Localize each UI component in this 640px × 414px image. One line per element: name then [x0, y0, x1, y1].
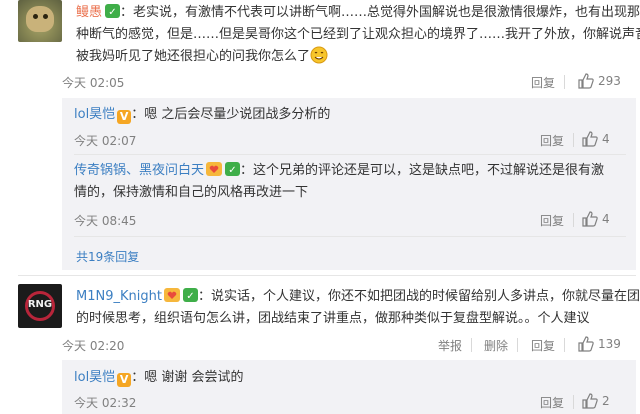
- verified-v-icon: V: [117, 110, 132, 124]
- divider: [18, 275, 636, 276]
- divider: [573, 395, 574, 409]
- like-count: 4: [602, 212, 610, 226]
- reply-button[interactable]: 回复: [540, 212, 564, 229]
- thumbs-up-icon[interactable]: [582, 393, 598, 409]
- thumbs-up-icon[interactable]: [582, 131, 598, 147]
- reply-timestamp: 今天 02:32: [74, 396, 137, 410]
- comment-text-line: 被我妈听见了她还很担心的问我你怎么了: [76, 46, 328, 68]
- divider: [564, 75, 565, 89]
- fan-badge-icon: [206, 162, 223, 176]
- user-avatar[interactable]: [18, 0, 62, 42]
- svg-text:✓: ✓: [186, 291, 194, 302]
- comment-username[interactable]: M1N9_Knight: [76, 289, 162, 304]
- svg-text:✓: ✓: [228, 165, 236, 176]
- divider: [573, 213, 574, 227]
- thumbs-up-icon[interactable]: [582, 211, 598, 227]
- member-badge-icon: ✓: [182, 288, 198, 302]
- reply-username[interactable]: lol昊恺: [74, 107, 115, 122]
- comment-timestamp: 今天 02:05: [62, 76, 125, 90]
- reply-body: lol昊恺 V ：嗯 谢谢 会尝试的: [74, 370, 244, 387]
- emoji-icon: [310, 46, 328, 64]
- user-avatar[interactable]: RNG: [18, 284, 62, 328]
- reply-timestamp: 今天 02:07: [74, 134, 137, 148]
- thumbs-up-icon[interactable]: [578, 336, 594, 352]
- reply-button[interactable]: 回复: [531, 337, 555, 354]
- view-more-replies-link[interactable]: 共19条回复: [76, 248, 139, 265]
- thumbs-up-icon[interactable]: [578, 73, 594, 89]
- divider: [74, 236, 626, 237]
- comment-username[interactable]: 鳗愚: [76, 5, 102, 20]
- like-count: 2: [602, 394, 610, 408]
- reply-text-line: 情的，保持激情和自己的风格再改进一下: [74, 185, 309, 200]
- reply-username[interactable]: 传奇锅锅、黑夜问白天: [74, 163, 204, 178]
- reply-button[interactable]: 回复: [540, 132, 564, 149]
- like-count: 4: [602, 132, 610, 146]
- comment-body: M1N9_Knight ✓ ：说实话，个人建议，你还不如把团战的时候留给别人多讲点，…: [76, 288, 640, 304]
- reply-username[interactable]: lol昊恺: [74, 370, 115, 385]
- reply-button[interactable]: 回复: [540, 394, 564, 411]
- delete-button[interactable]: 删除: [484, 337, 508, 354]
- divider: [573, 133, 574, 147]
- reply-timestamp: 今天 08:45: [74, 214, 137, 228]
- fan-badge-icon: [163, 288, 180, 302]
- reply-body: lol昊恺 V ：嗯 之后会尽量少说团战多分析的: [74, 107, 331, 124]
- divider: [517, 338, 518, 352]
- reply-button[interactable]: 回复: [531, 74, 555, 91]
- comment-timestamp: 今天 02:20: [62, 339, 125, 353]
- comment-text-line: 的时候思考，组织语句怎么讲，团战结束了讲重点，做那种类似于复盘型解说。。个人建议: [76, 311, 590, 326]
- member-badge-icon: ✓: [105, 4, 121, 18]
- verified-v-icon: V: [117, 373, 132, 387]
- divider: [74, 154, 626, 155]
- comment-body: 鳗愚 ✓ ：老实说，有激情不代表可以讲断气啊……总觉得外国解说也是很激情很爆炸，也有…: [76, 4, 640, 20]
- like-count: 293: [598, 74, 621, 88]
- svg-text:✓: ✓: [108, 7, 116, 18]
- report-button[interactable]: 举报: [438, 337, 462, 354]
- comment-text-line: 种断气的感觉，但是……但是昊哥你这个已经到了让观众担心的境界了……我开了外放，你…: [76, 27, 640, 42]
- reply-body: 传奇锅锅、黑夜问白天 ✓ ：这个兄弟的评论还是可以，这是缺点吧，不过解说还是很有激: [74, 162, 605, 178]
- divider: [564, 338, 565, 352]
- divider: [471, 338, 472, 352]
- like-count: 139: [598, 337, 621, 351]
- member-badge-icon: ✓: [225, 162, 241, 176]
